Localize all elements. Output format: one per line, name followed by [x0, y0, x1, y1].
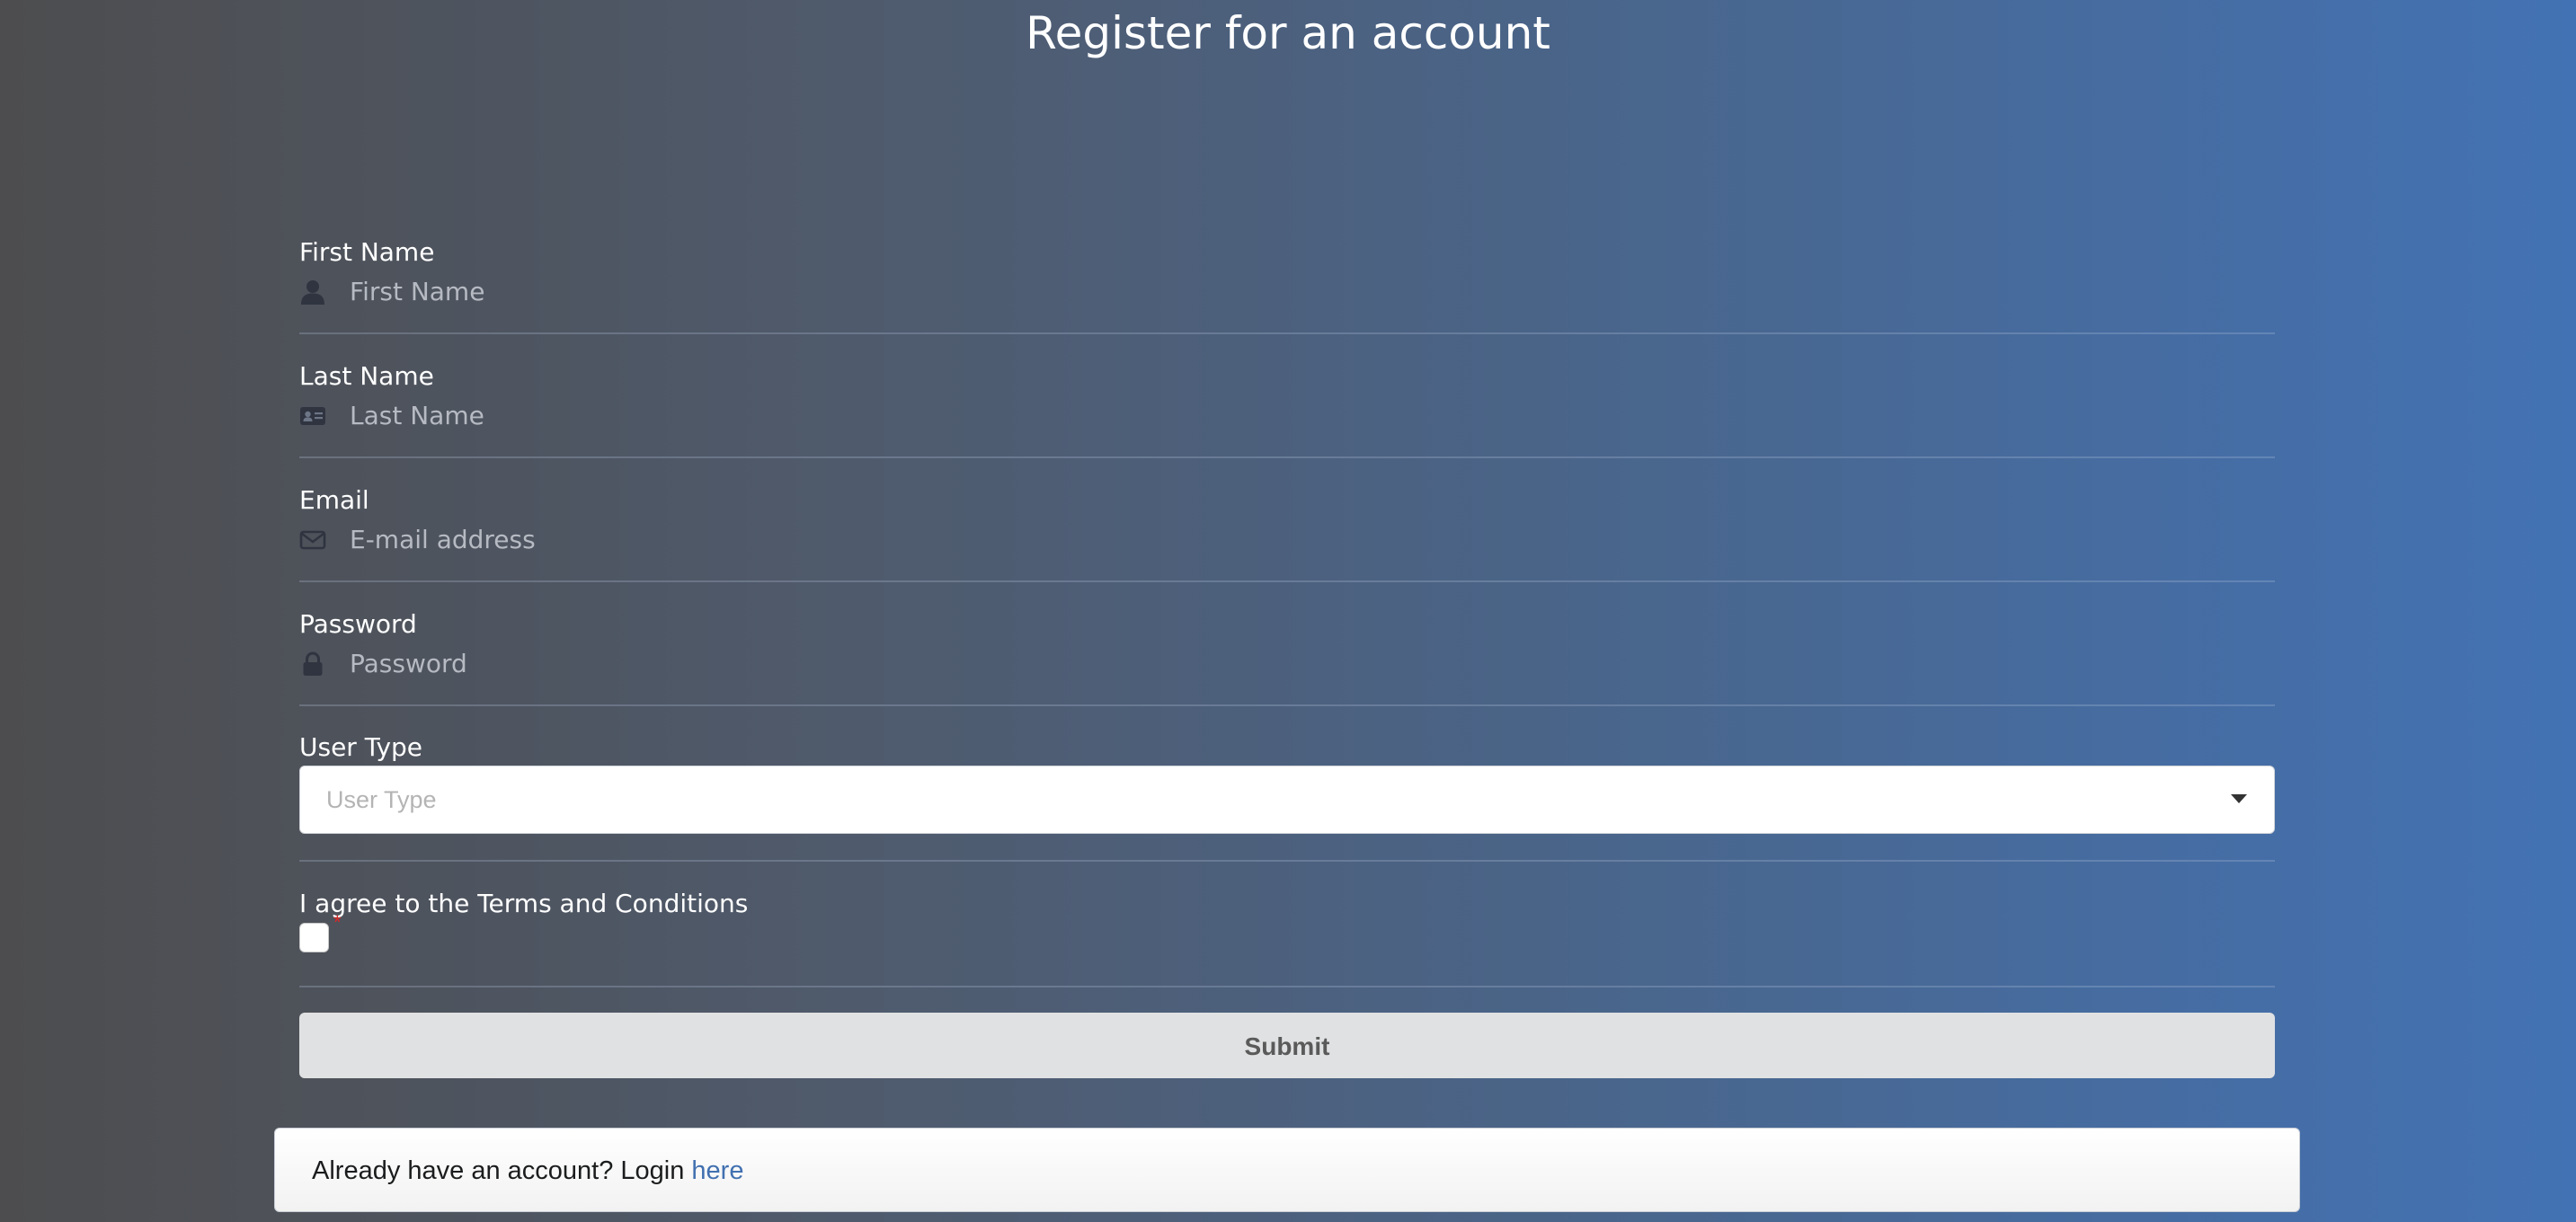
divider: [299, 986, 2275, 987]
id-card-icon: [299, 403, 326, 429]
divider: [299, 580, 2275, 582]
envelope-icon: [299, 527, 326, 553]
required-asterisk: *: [333, 911, 342, 934]
login-message-text: Already have an account? Login: [312, 1156, 692, 1185]
page-title: Register for an account: [1026, 7, 1550, 59]
divider: [299, 860, 2275, 862]
terms-label: I agree to the Terms and Conditions: [299, 889, 749, 918]
last-name-input[interactable]: [350, 397, 1428, 433]
divider: [299, 332, 2275, 334]
email-input[interactable]: [350, 521, 1428, 557]
divider: [299, 704, 2275, 706]
user-type-dropdown[interactable]: User Type: [299, 766, 2275, 834]
first-name-row: [299, 273, 2275, 309]
password-label: Password: [299, 609, 417, 639]
login-message-box: Already have an account? Login here: [274, 1128, 2300, 1212]
login-link[interactable]: here: [691, 1156, 743, 1185]
email-label: Email: [299, 485, 369, 515]
password-input[interactable]: [350, 645, 1428, 681]
divider: [299, 456, 2275, 458]
last-name-row: [299, 397, 2275, 433]
submit-button[interactable]: Submit: [299, 1013, 2275, 1078]
caret-down-icon: [2231, 794, 2247, 803]
first-name-label: First Name: [299, 237, 435, 267]
login-message: Already have an account? Login here: [312, 1155, 743, 1187]
user-type-label: User Type: [299, 732, 423, 762]
lock-icon: [299, 651, 326, 677]
user-type-placeholder: User Type: [326, 786, 437, 813]
password-row: [299, 645, 2275, 681]
first-name-input[interactable]: [350, 273, 1428, 309]
last-name-label: Last Name: [299, 361, 434, 391]
user-icon: [299, 279, 326, 306]
email-row: [299, 521, 2275, 557]
terms-checkbox[interactable]: [299, 923, 329, 952]
